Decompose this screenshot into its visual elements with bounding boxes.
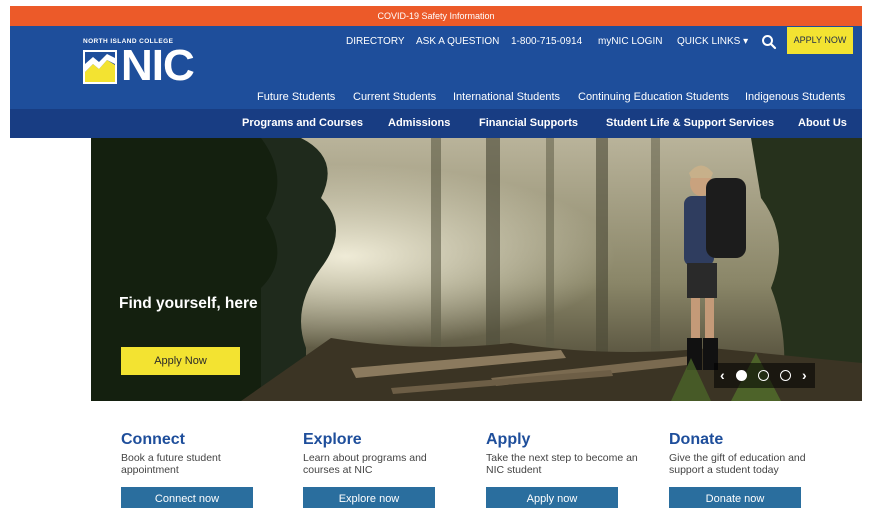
card-description: Book a future student appointment [121,452,221,476]
hero-banner: Find yourself, here Apply Now ‹ › [91,138,862,401]
nav-international-students[interactable]: International Students [453,91,560,103]
covid-alert-bar[interactable]: COVID-19 Safety Information [10,6,862,26]
card-explore: Explore Learn about programs and courses… [303,431,463,508]
carousel-dot-2[interactable] [758,370,769,381]
utility-nav: DIRECTORY ASK A QUESTION 1-800-715-0914 … [10,26,862,56]
carousel-dot-3[interactable] [780,370,791,381]
main-nav: Programs and Courses Admissions Financia… [10,109,862,138]
nav-about-us[interactable]: About Us [798,117,847,129]
quick-links-menu[interactable]: QUICK LINKS ▾ [677,36,748,47]
connect-now-button[interactable]: Connect now [121,487,253,508]
card-description: Learn about programs and courses at NIC [303,452,427,476]
nav-current-students[interactable]: Current Students [353,91,436,103]
nav-future-students[interactable]: Future Students [257,91,335,103]
hero-apply-now-button[interactable]: Apply Now [121,347,240,375]
card-title: Explore [303,431,362,448]
carousel-next-icon[interactable]: › [802,367,807,383]
carousel-prev-icon[interactable]: ‹ [720,367,725,383]
card-connect: Connect Book a future student appointmen… [121,431,281,508]
carousel-dot-1[interactable] [736,370,747,381]
explore-now-button[interactable]: Explore now [303,487,435,508]
card-description: Give the gift of education and support a… [669,452,806,476]
donate-now-button[interactable]: Donate now [669,487,801,508]
card-donate: Donate Give the gift of education and su… [669,431,829,508]
directory-link[interactable]: DIRECTORY [346,36,405,47]
card-title: Donate [669,431,724,448]
nav-indigenous-students[interactable]: Indigenous Students [745,91,845,103]
site-header: NORTH ISLAND COLLEGE NIC DIRECTORY ASK A… [10,26,862,109]
nav-continuing-education[interactable]: Continuing Education Students [578,91,729,103]
carousel-controls: ‹ › [714,363,815,388]
card-title: Apply [486,431,531,448]
ask-question-link[interactable]: ASK A QUESTION [416,36,499,47]
hero-title: Find yourself, here [119,295,258,312]
nav-financial-supports[interactable]: Financial Supports [479,117,578,129]
search-icon[interactable] [761,34,777,50]
nav-admissions[interactable]: Admissions [388,117,450,129]
card-title: Connect [121,431,185,448]
card-description: Take the next step to become an NIC stud… [486,452,638,476]
apply-now-card-button[interactable]: Apply now [486,487,618,508]
mynic-login-link[interactable]: myNIC LOGIN [598,36,662,47]
nav-student-life[interactable]: Student Life & Support Services [606,117,774,129]
card-apply: Apply Take the next step to become an NI… [486,431,646,508]
nav-programs-courses[interactable]: Programs and Courses [242,117,363,129]
phone-link[interactable]: 1-800-715-0914 [511,36,582,47]
apply-now-button[interactable]: APPLY NOW [787,27,853,54]
